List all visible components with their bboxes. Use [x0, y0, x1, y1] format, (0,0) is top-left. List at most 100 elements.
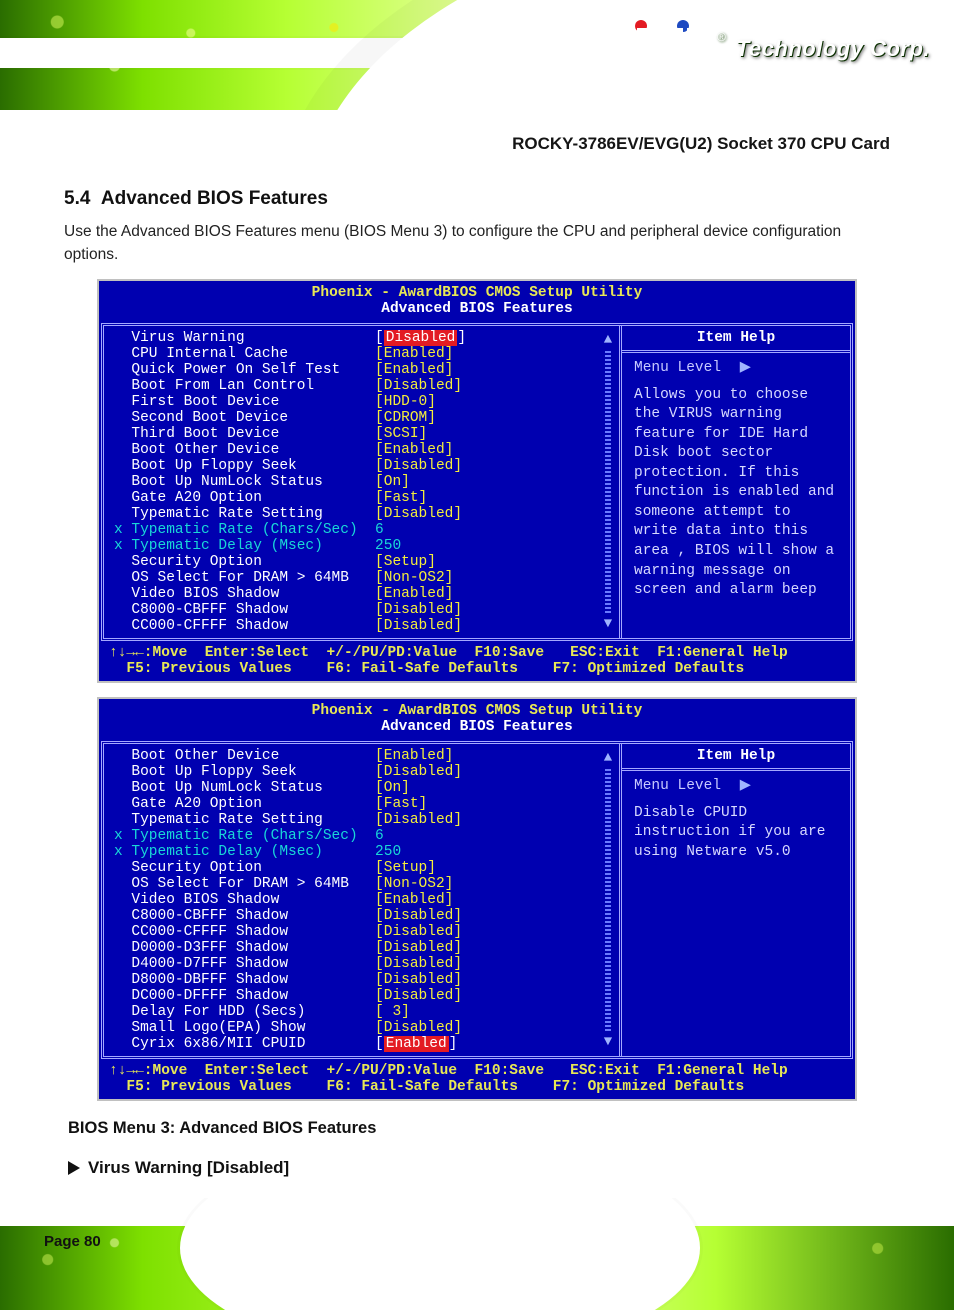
bios-setting-value[interactable]: [Disabled]: [375, 764, 462, 780]
scroll-down-arrow-icon[interactable]: ▼: [604, 1034, 612, 1050]
bios-setting-value[interactable]: [Enabled]: [375, 748, 453, 764]
bios1-left-panel[interactable]: Virus Warning [Disabled] CPU Internal Ca…: [104, 326, 622, 638]
bios1-scroll[interactable]: ▲ ▼: [601, 332, 615, 632]
scroll-up-arrow-icon[interactable]: ▲: [604, 750, 612, 766]
bios-setting-value[interactable]: [Disabled]: [375, 988, 462, 1004]
bios-setting-label: OS Select For DRAM > 64MB: [114, 876, 375, 892]
bios-setting-value[interactable]: [ 3]: [375, 1004, 410, 1020]
bios-setting-label: Boot Up NumLock Status: [114, 780, 375, 796]
scroll-up-arrow-icon[interactable]: ▲: [604, 332, 612, 348]
bios-setting-value[interactable]: [Fast]: [375, 796, 427, 812]
bios-setting-value[interactable]: [Enabled]: [375, 442, 453, 458]
bios-setting-value[interactable]: [On]: [375, 780, 410, 796]
bios-setting-value[interactable]: [On]: [375, 474, 410, 490]
bios-setting-row[interactable]: C8000-CBFFF Shadow [Disabled]: [114, 602, 611, 618]
bios-setting-value[interactable]: [CDROM]: [375, 410, 436, 426]
bios-setting-value[interactable]: [Setup]: [375, 554, 436, 570]
bios-setting-row[interactable]: Third Boot Device [SCSI]: [114, 426, 611, 442]
bios-setting-value[interactable]: [Disabled]: [375, 1020, 462, 1036]
bios-setting-row[interactable]: Video BIOS Shadow [Enabled]: [114, 892, 611, 908]
bios-setting-value[interactable]: [Disabled]: [375, 908, 462, 924]
bios-setting-row[interactable]: Delay For HDD (Secs) [ 3]: [114, 1004, 611, 1020]
bios-setting-value[interactable]: [Disabled]: [375, 940, 462, 956]
bios-setting-value[interactable]: [Disabled]: [375, 602, 462, 618]
bios-setting-row[interactable]: x Typematic Rate (Chars/Sec) 6: [114, 522, 611, 538]
bios-setting-value[interactable]: 6: [375, 828, 384, 844]
bios-setting-value[interactable]: [Enabled]: [375, 346, 453, 362]
right-arrow-icon: [68, 1161, 80, 1175]
bios-setting-row[interactable]: OS Select For DRAM > 64MB [Non-OS2]: [114, 570, 611, 586]
bios-setting-row[interactable]: Security Option [Setup]: [114, 554, 611, 570]
bios-setting-row[interactable]: Small Logo(EPA) Show [Disabled]: [114, 1020, 611, 1036]
bios-setting-row[interactable]: Virus Warning [Disabled]: [114, 330, 611, 346]
bios-setting-row[interactable]: OS Select For DRAM > 64MB [Non-OS2]: [114, 876, 611, 892]
bios-setting-row[interactable]: Gate A20 Option [Fast]: [114, 796, 611, 812]
bios-setting-value[interactable]: [Enabled]: [375, 362, 453, 378]
bios-setting-value[interactable]: [Enabled]: [375, 1036, 457, 1052]
menu-level-label: Menu Level: [634, 778, 721, 794]
subsection-title: Virus Warning [Disabled]: [88, 1158, 289, 1178]
bios-setting-value[interactable]: 250: [375, 844, 401, 860]
bios-setting-value[interactable]: [Disabled]: [375, 956, 462, 972]
footer-white-wave: [180, 1198, 700, 1310]
bios-setting-value[interactable]: [Enabled]: [375, 892, 453, 908]
bios-setting-row[interactable]: x Typematic Rate (Chars/Sec) 6: [114, 828, 611, 844]
bios-setting-row[interactable]: C8000-CBFFF Shadow [Disabled]: [114, 908, 611, 924]
bios-setting-row[interactable]: DC000-DFFFF Shadow [Disabled]: [114, 988, 611, 1004]
bios2-scroll[interactable]: ▲ ▼: [601, 750, 615, 1050]
scroll-down-arrow-icon[interactable]: ▼: [604, 616, 612, 632]
bios-setting-value[interactable]: [Disabled]: [375, 972, 462, 988]
bios-setting-value[interactable]: [SCSI]: [375, 426, 427, 442]
bios-setting-row[interactable]: Typematic Rate Setting [Disabled]: [114, 506, 611, 522]
bios-setting-value[interactable]: [Disabled]: [375, 812, 462, 828]
bios-setting-row[interactable]: Video BIOS Shadow [Enabled]: [114, 586, 611, 602]
brand-block: ® Technology Corp.: [637, 28, 930, 70]
bios-setting-row[interactable]: Boot Other Device [Enabled]: [114, 442, 611, 458]
bios-setting-row[interactable]: Boot Up Floppy Seek [Disabled]: [114, 764, 611, 780]
bios-setting-row[interactable]: Gate A20 Option [Fast]: [114, 490, 611, 506]
bios-setting-row[interactable]: CPU Internal Cache [Enabled]: [114, 346, 611, 362]
bios-setting-label: Gate A20 Option: [114, 796, 375, 812]
bios-setting-row[interactable]: Second Boot Device [CDROM]: [114, 410, 611, 426]
bios-setting-row[interactable]: Typematic Rate Setting [Disabled]: [114, 812, 611, 828]
bios-setting-label: x Typematic Rate (Chars/Sec): [114, 828, 375, 844]
bios-setting-value[interactable]: [Disabled]: [375, 330, 466, 346]
bios2-left-panel[interactable]: Boot Other Device [Enabled] Boot Up Flop…: [104, 744, 622, 1056]
bios-setting-row[interactable]: Boot From Lan Control [Disabled]: [114, 378, 611, 394]
bios-setting-row[interactable]: Quick Power On Self Test [Enabled]: [114, 362, 611, 378]
bios-setting-value[interactable]: [Disabled]: [375, 458, 462, 474]
bios-setting-row[interactable]: Security Option [Setup]: [114, 860, 611, 876]
bios-setting-row[interactable]: Boot Up NumLock Status [On]: [114, 474, 611, 490]
bios-setting-value[interactable]: [Non-OS2]: [375, 876, 453, 892]
bios-setting-row[interactable]: Boot Other Device [Enabled]: [114, 748, 611, 764]
bios-setting-value[interactable]: 250: [375, 538, 401, 554]
bios-setting-row[interactable]: CC000-CFFFF Shadow [Disabled]: [114, 618, 611, 634]
bios-setting-row[interactable]: x Typematic Delay (Msec) 250: [114, 844, 611, 860]
bios-setting-row[interactable]: D4000-D7FFF Shadow [Disabled]: [114, 956, 611, 972]
bios-setting-label: Third Boot Device: [114, 426, 375, 442]
bios-setting-row[interactable]: CC000-CFFFF Shadow [Disabled]: [114, 924, 611, 940]
bios-setting-row[interactable]: D0000-D3FFF Shadow [Disabled]: [114, 940, 611, 956]
bios-setting-value[interactable]: [Enabled]: [375, 586, 453, 602]
bios-setting-value[interactable]: [HDD-0]: [375, 394, 436, 410]
bios-setting-row[interactable]: Boot Up NumLock Status [On]: [114, 780, 611, 796]
bios-setting-value[interactable]: [Disabled]: [375, 378, 462, 394]
bios1-help-text: Allows you to choose the VIRUS warning f…: [634, 386, 840, 601]
scroll-track[interactable]: [605, 351, 611, 613]
bios-setting-row[interactable]: Cyrix 6x86/MII CPUID [Enabled]: [114, 1036, 611, 1052]
bios-setting-value[interactable]: [Setup]: [375, 860, 436, 876]
bios2-footer-line1: ↑↓→←:Move Enter:Select +/-/PU/PD:Value F…: [109, 1063, 845, 1079]
bios-setting-row[interactable]: First Boot Device [HDD-0]: [114, 394, 611, 410]
bios-setting-row[interactable]: Boot Up Floppy Seek [Disabled]: [114, 458, 611, 474]
bios-setting-value[interactable]: [Fast]: [375, 490, 427, 506]
scroll-track[interactable]: [605, 769, 611, 1031]
bios-setting-row[interactable]: D8000-DBFFF Shadow [Disabled]: [114, 972, 611, 988]
bios-setting-value[interactable]: [Non-OS2]: [375, 570, 453, 586]
menu-level-arrow-icon: ▶: [740, 778, 751, 794]
bios-setting-value[interactable]: [Disabled]: [375, 506, 462, 522]
bios-setting-value[interactable]: 6: [375, 522, 384, 538]
bios1-title: Phoenix - AwardBIOS CMOS Setup Utility: [99, 281, 855, 301]
bios-setting-value[interactable]: [Disabled]: [375, 924, 462, 940]
bios-setting-value[interactable]: [Disabled]: [375, 618, 462, 634]
bios-setting-row[interactable]: x Typematic Delay (Msec) 250: [114, 538, 611, 554]
